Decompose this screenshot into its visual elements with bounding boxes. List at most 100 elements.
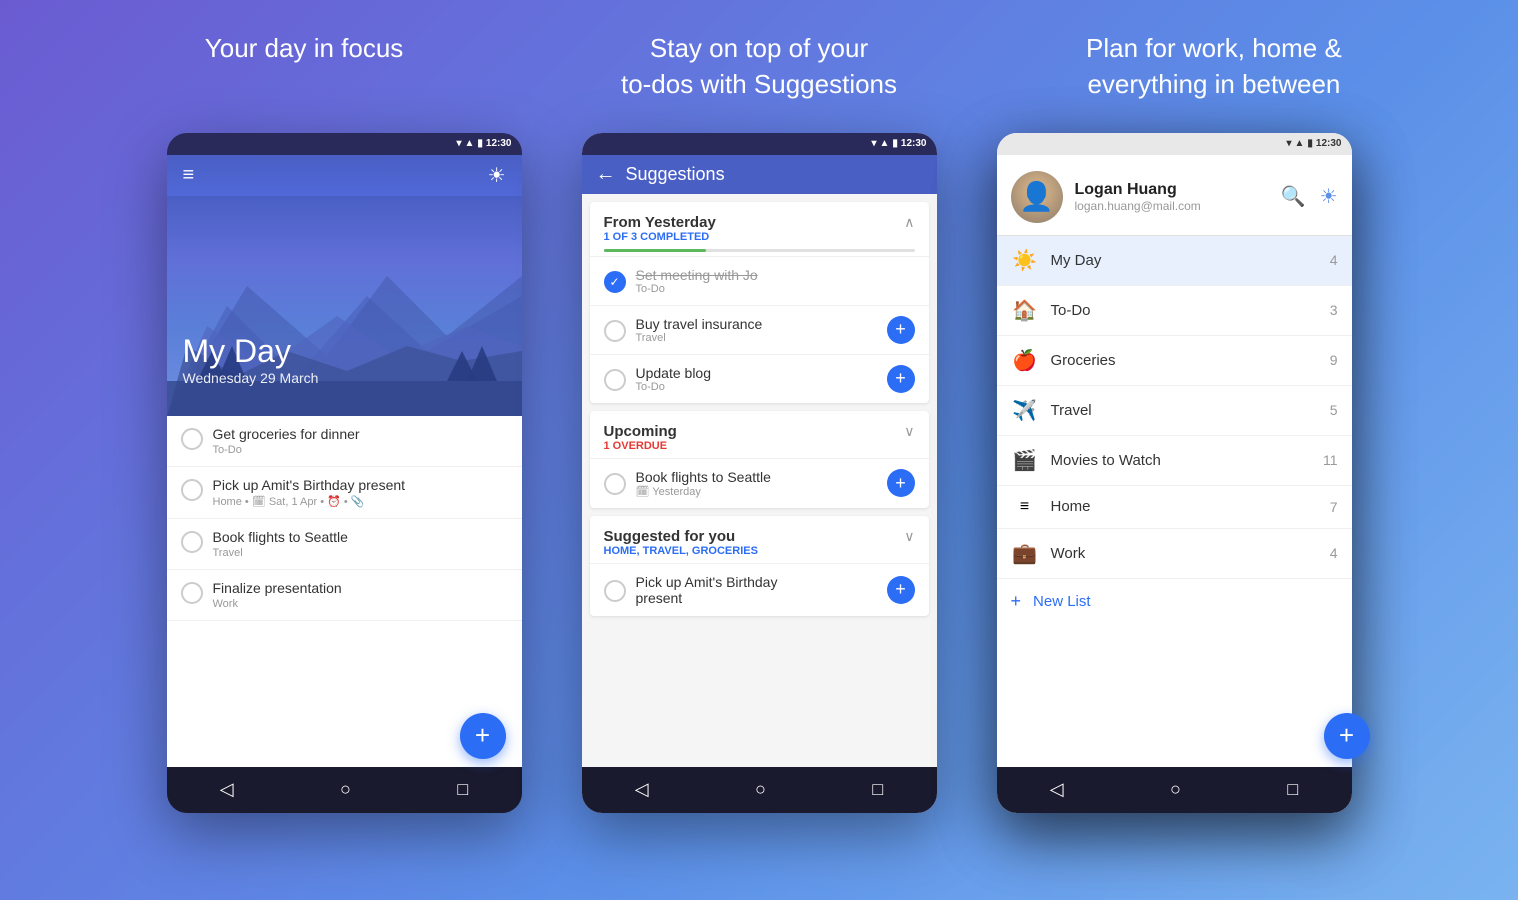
time-display-1: 12:30	[486, 138, 512, 149]
task-item-1[interactable]: Get groceries for dinner To-Do	[167, 416, 522, 467]
home-nav-icon[interactable]: ○	[340, 779, 351, 800]
search-icon[interactable]: 🔍	[1281, 184, 1306, 209]
suggestion-item-update-blog[interactable]: Update blog To-Do +	[590, 354, 929, 403]
home-nav-icon-2[interactable]: ○	[755, 779, 766, 800]
profile-area: 👤 Logan Huang logan.huang@mail.com 🔍 ☀	[997, 155, 1352, 236]
menu-icon[interactable]: ≡	[183, 164, 195, 187]
list-label-todo: To-Do	[1051, 302, 1318, 319]
suggestion-item-set-meeting[interactable]: ✓ Set meeting with Jo To-Do	[590, 256, 929, 305]
task-checkbox-1[interactable]	[181, 428, 203, 450]
todo-icon: 🏠	[1011, 298, 1039, 323]
suggestions-content: From Yesterday 1 of 3 completed ✓ Set me…	[582, 194, 937, 767]
overdue-badge: 1 overdue	[604, 440, 677, 452]
tasks-area: Get groceries for dinner To-Do Pick up A…	[167, 416, 522, 767]
suggestion-item-book-flights[interactable]: Book flights to Seattle 🗓 Yesterday +	[590, 458, 929, 508]
add-task-button[interactable]: +	[460, 713, 506, 759]
list-home[interactable]: ≡ Home 7	[997, 486, 1352, 529]
list-work[interactable]: 💼 Work 4	[997, 529, 1352, 579]
task-item-4[interactable]: Finalize presentation Work	[167, 570, 522, 621]
back-nav-icon-2[interactable]: ◁	[635, 779, 649, 800]
task-checkbox-2[interactable]	[181, 479, 203, 501]
list-label-home: Home	[1051, 498, 1318, 515]
brightness-icon-3[interactable]: ☀	[1320, 184, 1338, 209]
back-nav-icon-3[interactable]: ◁	[1050, 779, 1064, 800]
back-button[interactable]: ←	[596, 163, 616, 186]
list-todo[interactable]: 🏠 To-Do 3	[997, 286, 1352, 336]
list-travel[interactable]: ✈️ Travel 5	[997, 386, 1352, 436]
unchecked-circle-4[interactable]	[604, 580, 626, 602]
back-nav-icon[interactable]: ◁	[220, 779, 234, 800]
user-avatar: 👤	[1011, 171, 1063, 223]
list-count-groceries: 9	[1330, 352, 1338, 368]
list-label-work: Work	[1051, 545, 1318, 562]
app-header-1: ≡ ☀	[167, 155, 522, 196]
from-yesterday-title: From Yesterday	[604, 214, 716, 231]
groceries-icon: 🍎	[1011, 348, 1039, 373]
time-display-3: 12:30	[1316, 138, 1342, 149]
unchecked-circle-2[interactable]	[604, 369, 626, 391]
new-list-label[interactable]: New List	[1033, 593, 1091, 610]
add-update-blog-button[interactable]: +	[887, 365, 915, 393]
signal-icon-3: ▲	[1295, 138, 1305, 149]
upcoming-expand[interactable]	[904, 423, 914, 440]
suggested-expand[interactable]	[904, 528, 914, 545]
user-info: Logan Huang logan.huang@mail.com	[1075, 181, 1201, 213]
new-list-row[interactable]: + New List	[997, 579, 1352, 624]
list-count-todo: 3	[1330, 302, 1338, 318]
list-label-my-day: My Day	[1051, 252, 1318, 269]
task-text-2: Pick up Amit's Birthday present Home • 🗓…	[213, 477, 508, 508]
suggested-sub: HOME, TRAVEL, GROCERIES	[604, 545, 758, 557]
task-checkbox-4[interactable]	[181, 582, 203, 604]
phone-my-day: ▾ ▲ ▮ 12:30 ≡ ☀ My	[167, 133, 522, 813]
unchecked-circle-3[interactable]	[604, 473, 626, 495]
travel-icon: ✈️	[1011, 398, 1039, 423]
task-checkbox-3[interactable]	[181, 531, 203, 553]
from-yesterday-header: From Yesterday 1 of 3 completed	[590, 202, 929, 249]
day-title: My Day Wednesday 29 March	[183, 333, 319, 386]
my-day-icon: ☀️	[1011, 248, 1039, 273]
add-birthday-button[interactable]: +	[887, 576, 915, 604]
list-count-movies: 11	[1323, 452, 1338, 468]
list-movies[interactable]: 🎬 Movies to Watch 11	[997, 436, 1352, 486]
suggestion-item-travel-insurance[interactable]: Buy travel insurance Travel +	[590, 305, 929, 354]
task-text-4: Finalize presentation Work	[213, 580, 508, 610]
list-my-day[interactable]: ☀️ My Day 4	[997, 236, 1352, 286]
add-list-button[interactable]: +	[1324, 713, 1370, 759]
list-groceries[interactable]: 🍎 Groceries 9	[997, 336, 1352, 386]
task-item-3[interactable]: Book flights to Seattle Travel	[167, 519, 522, 570]
list-count-my-day: 4	[1330, 252, 1338, 268]
task-text-3: Book flights to Seattle Travel	[213, 529, 508, 559]
unchecked-circle-1[interactable]	[604, 320, 626, 342]
tagline-left: Your day in focus	[80, 30, 528, 103]
wifi-icon: ▾	[456, 138, 461, 149]
status-icons-2: ▾ ▲ ▮ 12:30	[871, 138, 926, 149]
suggested-header: Suggested for you HOME, TRAVEL, GROCERIE…	[590, 516, 929, 563]
checked-circle[interactable]: ✓	[604, 271, 626, 293]
task-item-2[interactable]: Pick up Amit's Birthday present Home • 🗓…	[167, 467, 522, 519]
signal-icon-2: ▲	[880, 138, 890, 149]
bottom-bar-3: ◁ ○ □	[997, 767, 1352, 813]
travel-insurance-text: Buy travel insurance Travel	[636, 316, 877, 344]
time-display-2: 12:30	[901, 138, 927, 149]
home-nav-icon-3[interactable]: ○	[1170, 779, 1181, 800]
recents-nav-icon[interactable]: □	[457, 779, 468, 800]
new-list-plus-icon: +	[1011, 591, 1022, 612]
movies-icon: 🎬	[1011, 448, 1039, 473]
from-yesterday-collapse[interactable]	[904, 214, 914, 231]
tagline-center: Stay on top of yourto-dos with Suggestio…	[535, 30, 983, 103]
list-label-groceries: Groceries	[1051, 352, 1318, 369]
set-meeting-text: Set meeting with Jo To-Do	[636, 267, 915, 295]
progress-fill	[604, 249, 707, 252]
add-book-flights-button[interactable]: +	[887, 469, 915, 497]
tagline-right: Plan for work, home &everything in betwe…	[990, 30, 1438, 103]
work-icon: 💼	[1011, 541, 1039, 566]
list-count-travel: 5	[1330, 402, 1338, 418]
brightness-icon[interactable]: ☀	[488, 163, 506, 188]
recents-nav-icon-3[interactable]: □	[1287, 779, 1298, 800]
lists-area: ☀️ My Day 4 🏠 To-Do 3 🍎 Groceries 9 ✈️ T…	[997, 236, 1352, 767]
suggestion-item-birthday[interactable]: Pick up Amit's Birthday present +	[590, 563, 929, 616]
suggested-title: Suggested for you	[604, 528, 758, 545]
from-yesterday-progress	[604, 249, 915, 252]
add-travel-insurance-button[interactable]: +	[887, 316, 915, 344]
recents-nav-icon-2[interactable]: □	[872, 779, 883, 800]
